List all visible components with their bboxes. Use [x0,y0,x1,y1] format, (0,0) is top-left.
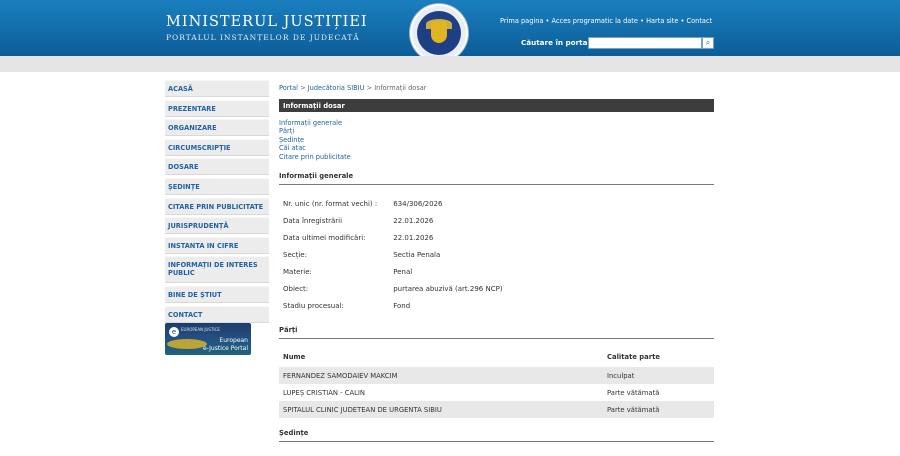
tab-parti[interactable]: Părți [279,127,351,135]
case-section-links: Informații generale Părți Ședințe Căi at… [279,119,351,161]
sidebar-item-dosare[interactable]: DOSARE [165,158,269,176]
romania-coat-of-arms-icon [410,4,468,62]
tab-citare[interactable]: Citare prin publicitate [279,153,351,161]
table-row: LUPEȘ CRISTIAN - CALIN Parte vătămată [283,389,660,397]
site-subtitle[interactable]: PORTALUL INSTANȚELOR DE JUDECATĂ [166,33,360,42]
tab-informatii-generale[interactable]: Informații generale [279,119,351,127]
info-row-case-number: Nr. unic (nr. format vechi) : 634/306/20… [283,200,443,208]
top-link-contact[interactable]: Contact [687,17,713,25]
table-row: FERNANDEZ SAMODAIEV MAKCIM Inculpat [279,367,714,384]
e-justice-wave-icon [167,339,207,349]
tab-sedinte[interactable]: Ședințe [279,136,351,144]
sidebar-item-circumscriptie[interactable]: CIRCUMSCRIPȚIE [165,138,269,156]
sidebar-item-interes-public[interactable]: INFORMAȚII DE INTERES PUBLIC [165,256,269,284]
e-justice-top-text: EUROPEAN JUSTICE [181,327,220,332]
header-divider-band [0,56,900,72]
sidebar-item-instanta-cifre[interactable]: INSTANTA IN CIFRE [165,236,269,254]
sidebar-item-citare[interactable]: CITARE PRIN PUBLICITATE [165,197,269,215]
column-role: Calitate parte [607,353,660,361]
breadcrumb-current: Informații dosar [374,84,427,92]
e-justice-banner[interactable]: e EUROPEAN JUSTICE European e-Justice Po… [165,323,251,355]
sidebar-item-prezentare[interactable]: PREZENTARE [165,99,269,117]
e-justice-line1: European [219,337,248,344]
search-icon[interactable]: ⌕ [702,37,714,49]
sidebar-item-contact[interactable]: CONTACT [165,305,269,323]
info-row-subject-matter: Materie: Penal [283,268,413,276]
page-title: Informații dosar [279,99,714,112]
sidebar-item-organizare[interactable]: ORGANIZARE [165,119,269,137]
column-name: Nume [283,353,306,361]
search-input[interactable] [588,37,702,49]
site-title[interactable]: MINISTERUL JUSTIȚIEI [166,14,368,30]
top-link-api[interactable]: Acces programatic la date [552,17,638,25]
top-links: Prima pagina • Acces programatic la date… [500,17,713,25]
top-link-sitemap[interactable]: Harta site [646,17,678,25]
general-info-heading: Informații generale [279,172,714,185]
e-justice-logo-icon: e [169,327,179,337]
sidebar-item-bine-de-stiut[interactable]: BINE DE ȘTIUT [165,285,269,303]
breadcrumb-court[interactable]: Judecătoria SIBIU [308,84,365,92]
info-row-last-modified: Data ultimei modificări: 22.01.2026 [283,234,434,242]
sidebar-item-jurisprudenta[interactable]: JURISPRUDENȚĂ [165,217,269,235]
hearings-heading: Ședințe [279,429,714,442]
table-row: SPITALUL CLINIC JUDETEAN DE URGENTA SIBI… [279,401,714,418]
breadcrumb: Portal > Judecătoria SIBIU > Informații … [279,84,427,92]
parties-table-header: Nume Calitate parte [279,353,714,367]
breadcrumb-portal[interactable]: Portal [279,84,298,92]
search-label: Căutare în portal [521,38,590,47]
site-header: MINISTERUL JUSTIȚIEI PORTALUL INSTANȚELO… [0,0,900,62]
sidebar-item-acasa[interactable]: ACASĂ [165,80,269,97]
sidebar-item-sedinte[interactable]: ȘEDINȚE [165,177,269,195]
info-row-section: Secție: Sectia Penala [283,251,441,259]
top-link-home[interactable]: Prima pagina [500,17,543,25]
sidebar-nav: ACASĂ PREZENTARE ORGANIZARE CIRCUMSCRIPȚ… [165,80,269,325]
parties-heading: Părți [279,326,714,339]
info-row-procedural-stage: Stadiu procesual: Fond [283,302,411,310]
info-row-registration-date: Data înregistrării 22.01.2026 [283,217,434,225]
e-justice-line2: e-Justice Portal [202,345,248,352]
tab-cai-atac[interactable]: Căi atac [279,144,351,152]
info-row-object: Obiect: purtarea abuzivă (art.296 NCP) [283,285,503,293]
